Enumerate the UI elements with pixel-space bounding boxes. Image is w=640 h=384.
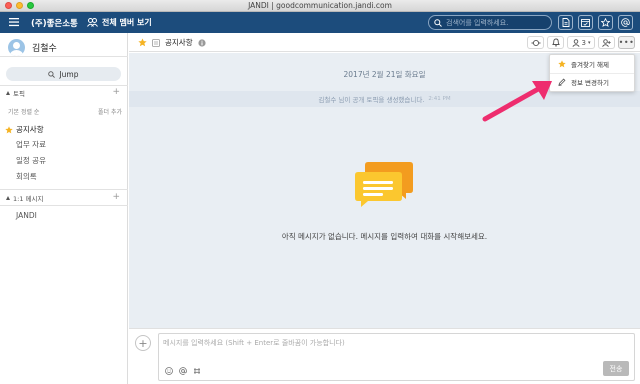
at-sign-icon [621,18,630,27]
info-icon[interactable] [198,38,206,47]
window-title: JANDI | goodcommunication.jandi.com [248,1,392,10]
jump-label: Jump [59,69,79,79]
mentions-button[interactable] [618,15,633,30]
user-profile[interactable]: 김철수 [8,39,57,56]
all-members-label: 전체 멤버 보기 [102,18,152,27]
notification-button[interactable] [547,36,564,49]
bell-icon [551,38,560,47]
window-titlebar: JANDI | goodcommunication.jandi.com [0,0,640,12]
topic-label: 회의록 [16,172,37,181]
topic-title-group: 공지사항 [138,37,206,48]
jump-button[interactable]: Jump [6,67,121,81]
send-button[interactable]: 전송 [603,361,629,376]
member-count-button[interactable]: 3 ▾ [567,36,595,49]
invite-button[interactable] [598,36,615,49]
divider [550,73,634,74]
sticker-icon[interactable] [193,367,201,375]
user-icon [571,38,580,47]
dm-item[interactable]: JANDI [16,211,37,220]
menu-item-edit-info[interactable]: 정보 변경하기 [558,76,609,88]
message-input[interactable] [163,338,623,354]
add-user-icon [602,38,611,47]
collapse-triangle-icon[interactable] [6,91,10,95]
files-button[interactable] [558,15,573,30]
menu-item-unfavorite[interactable]: 즐겨찾기 해제 [558,58,609,70]
add-folder-button[interactable]: 폴더 추가 [98,107,122,116]
annotation-arrow [482,81,552,122]
chat-bubbles-icon [355,162,413,207]
topic-options-menu: 즐겨찾기 해제 정보 변경하기 [549,54,635,92]
user-name: 김철수 [32,44,57,54]
search-input[interactable] [446,18,546,27]
search-icon [48,70,56,78]
divider [0,85,128,86]
starred-button[interactable] [598,15,613,30]
dm-section-header[interactable]: 1:1 메시지 + [6,192,122,203]
topic-label: 공지사항 [16,125,44,134]
empty-state-message: 아직 메시지가 없습니다. 메시지를 입력하여 대화를 시작해보세요. [281,232,488,241]
message-box: 전송 [158,333,635,381]
file-icon [562,18,569,27]
sort-dropdown[interactable]: 기본 정렬 순 [8,107,39,116]
calendar-button[interactable] [578,15,593,30]
topic-title: 공지사항 [165,38,193,47]
divider [0,205,128,206]
topics-section-header[interactable]: 토픽 + [6,87,122,98]
more-dots-icon: ••• [618,37,635,47]
add-dm-button[interactable]: + [112,192,120,202]
dm-section-label: 1:1 메시지 [13,195,44,203]
message-area: 2017년 2월 21일 화요일 김철수 님이 공개 토픽을 생성했습니다. 2… [129,53,640,328]
hamburger-menu-icon[interactable] [9,17,19,27]
star-icon[interactable] [138,38,147,47]
connect-icon [531,39,540,46]
collapse-triangle-icon[interactable] [6,196,10,200]
topic-label: 업무 자료 [16,140,46,149]
plus-icon: + [138,336,148,350]
app-topbar: (주)좋은소통 전체 멤버 보기 [0,12,640,33]
member-count: 3 [581,38,586,47]
topic-item[interactable]: 업무 자료 [16,139,46,150]
add-topic-button[interactable]: + [112,87,120,97]
composer-tools [165,367,201,375]
topic-header: 공지사항 3 ▾ ••• [129,33,640,52]
message-composer: + 전송 [129,328,640,384]
search-icon [434,18,442,27]
star-outline-icon [601,18,610,27]
system-message: 김철수 님이 공개 토픽을 생성했습니다. 2:41 PM [129,91,640,107]
divider [0,56,128,57]
avatar[interactable] [8,39,25,56]
emoji-icon[interactable] [165,367,173,375]
calendar-icon [581,19,590,27]
attach-button[interactable]: + [135,335,151,351]
system-message-text: 김철수 님이 공개 토픽을 생성했습니다. [318,96,425,104]
divider [0,189,128,190]
star-icon [5,125,13,133]
more-options-button[interactable]: ••• [618,36,635,49]
members-icon [87,18,98,27]
team-name[interactable]: (주)좋은소통 [31,17,78,29]
notice-icon [152,38,160,47]
chevron-down-icon: ▾ [587,39,591,46]
all-members-button[interactable]: 전체 멤버 보기 [87,16,152,29]
connect-button[interactable] [527,36,544,49]
search-box[interactable] [428,15,552,30]
system-message-time: 2:41 PM [428,96,451,102]
topic-item[interactable]: 회의록 [16,171,37,182]
topics-section-label: 토픽 [13,90,25,98]
topic-list-options: 기본 정렬 순 폴더 추가 [8,107,122,116]
dm-label: JANDI [16,211,37,220]
menu-item-label: 즐겨찾기 해제 [571,61,609,69]
topic-label: 일정 공유 [16,156,46,165]
topic-item-notice[interactable]: 공지사항 [5,124,44,135]
at-sign-icon[interactable] [179,367,187,375]
menu-item-label: 정보 변경하기 [571,79,609,87]
star-icon [558,60,566,68]
topic-item[interactable]: 일정 공유 [16,155,46,166]
sidebar: 김철수 Jump 토픽 + 기본 정렬 순 폴더 추가 공지사항 업무 자료 일… [0,33,128,384]
